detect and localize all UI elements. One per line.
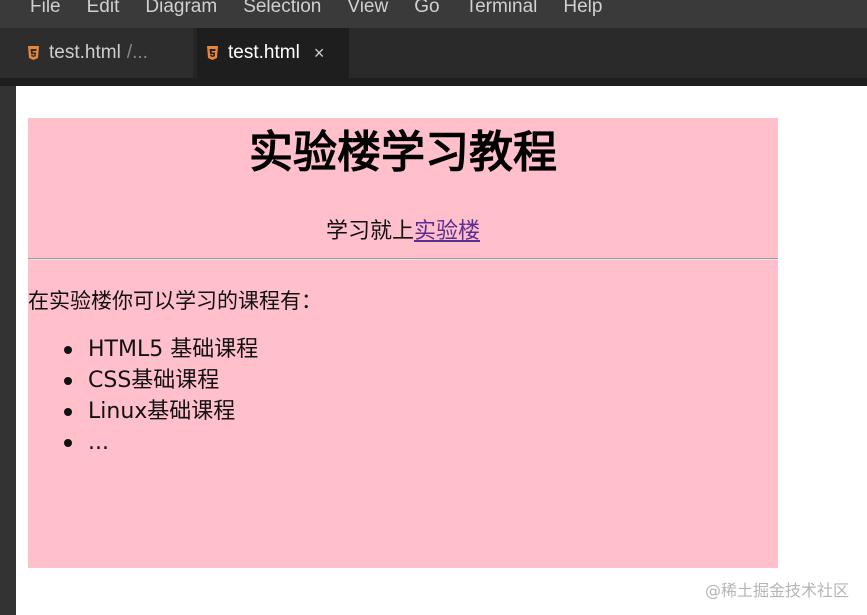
intro-text: 在实验楼你可以学习的课程有：: [28, 289, 322, 313]
page-title: 实验楼学习教程: [249, 127, 557, 178]
tab-label: test.html: [228, 42, 300, 63]
tab-label: test.html: [49, 42, 121, 63]
tab-test-html-preview[interactable]: test.html /...: [0, 28, 193, 78]
menu-help[interactable]: Help: [563, 0, 602, 16]
list-item: CSS基础课程: [64, 365, 778, 396]
shiyanlou-link[interactable]: 实验楼: [414, 219, 480, 244]
menu-diagram[interactable]: Diagram: [145, 0, 217, 16]
tab-path: /...: [126, 42, 148, 63]
watermark: @稀土掘金技术社区: [704, 581, 849, 600]
tab-test-html[interactable]: test.html ×: [197, 28, 349, 78]
course-label: Linux基础课程: [88, 399, 236, 424]
tagline: 学习就上实验楼: [28, 219, 778, 245]
list-item: HTML5 基础课程: [64, 334, 778, 365]
preview-page: 实验楼学习教程 学习就上实验楼 在实验楼你可以学习的课程有： HTML5 基础课…: [28, 118, 778, 568]
tagline-text: 学习就上: [325, 219, 414, 244]
bullet-icon: [64, 346, 72, 354]
page-header: 实验楼学习教程 学习就上实验楼: [28, 125, 778, 245]
course-label: ...: [88, 430, 109, 455]
course-list: HTML5 基础课程 CSS基础课程 Linux基础课程 ...: [64, 334, 778, 458]
bullet-icon: [64, 377, 72, 385]
menu-view[interactable]: View: [347, 0, 388, 16]
list-item: Linux基础课程: [64, 396, 778, 427]
course-label: HTML5 基础课程: [88, 337, 259, 362]
html5-icon: [207, 46, 218, 60]
menu-selection[interactable]: Selection: [243, 0, 321, 16]
menu-go[interactable]: Go: [414, 0, 439, 16]
sidebar-edge: [0, 86, 16, 615]
tab-divider: [0, 78, 867, 86]
menu-edit[interactable]: Edit: [87, 0, 120, 16]
preview-viewport: 实验楼学习教程 学习就上实验楼 在实验楼你可以学习的课程有： HTML5 基础课…: [16, 86, 867, 615]
bullet-icon: [64, 408, 72, 416]
close-icon[interactable]: ×: [314, 43, 325, 64]
list-item: ...: [64, 427, 778, 458]
menu-bar: File Edit Diagram Selection View Go Term…: [0, 0, 867, 28]
course-label: CSS基础课程: [88, 368, 220, 393]
html5-icon: [28, 46, 39, 60]
bullet-icon: [64, 439, 72, 447]
menu-terminal[interactable]: Terminal: [466, 0, 538, 16]
menu-file[interactable]: File: [30, 0, 61, 16]
horizontal-rule: [28, 258, 778, 260]
editor-tab-bar: test.html /... test.html ×: [0, 28, 867, 78]
